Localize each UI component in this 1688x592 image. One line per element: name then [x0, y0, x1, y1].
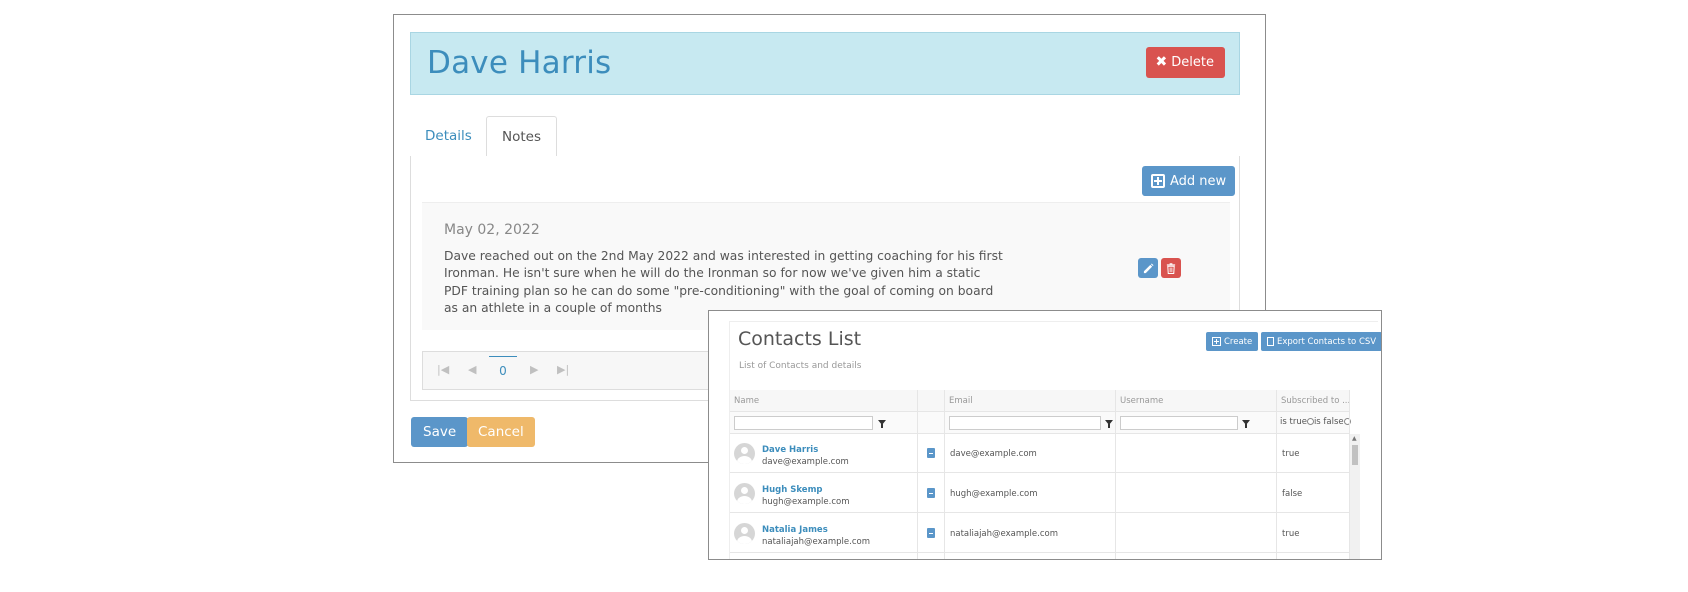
edit-note-button[interactable] — [1138, 258, 1158, 278]
plus-square-icon — [1151, 174, 1165, 188]
pencil-icon — [1143, 262, 1154, 273]
contacts-grid: Name Email Username Subscribed to ... is… — [730, 390, 1379, 559]
export-csv-button[interactable]: Export Contacts to CSV — [1261, 332, 1381, 351]
delete-button[interactable]: ✖ Delete — [1145, 47, 1225, 78]
tab-notes[interactable]: Notes — [486, 116, 557, 158]
delete-label: Delete — [1171, 55, 1214, 70]
column-divider — [1116, 390, 1277, 559]
create-button[interactable]: Create — [1206, 332, 1259, 351]
column-divider — [918, 390, 945, 559]
add-new-button[interactable]: Add new — [1142, 166, 1236, 196]
note-date: May 02, 2022 — [444, 222, 540, 238]
contacts-subtitle: List of Contacts and details — [739, 361, 862, 371]
cancel-button[interactable]: Cancel — [467, 417, 535, 447]
first-page-icon[interactable]: |◀ — [437, 363, 449, 376]
delete-note-button[interactable] — [1161, 258, 1181, 278]
scrollbar-thumb[interactable] — [1352, 445, 1358, 465]
page-title: Dave Harris — [427, 45, 612, 81]
add-new-label: Add new — [1170, 173, 1227, 189]
trash-icon — [1166, 262, 1176, 274]
contacts-list-window: Contacts List List of Contacts and detai… — [708, 310, 1382, 560]
scroll-up-icon[interactable]: ▲ — [1352, 435, 1357, 442]
vertical-scrollbar[interactable]: ▲ — [1350, 434, 1360, 559]
prev-page-icon[interactable]: ◀ — [468, 363, 476, 376]
column-divider — [945, 390, 1116, 559]
column-divider — [1277, 390, 1350, 559]
tab-details[interactable]: Details — [410, 116, 487, 157]
column-divider — [730, 390, 918, 559]
contact-header: Dave Harris ✖ Delete — [410, 32, 1240, 95]
tab-bar: Details Notes — [410, 116, 1240, 158]
create-label: Create — [1224, 336, 1253, 347]
plus-square-icon — [1212, 337, 1221, 346]
current-page[interactable]: 0 — [489, 356, 517, 378]
contacts-title: Contacts List — [738, 328, 862, 350]
close-icon: ✖ — [1155, 54, 1168, 70]
save-button[interactable]: Save — [411, 417, 469, 447]
next-page-icon[interactable]: ▶ — [530, 363, 538, 376]
export-label: Export Contacts to CSV — [1277, 336, 1377, 347]
note-text: Dave reached out on the 2nd May 2022 and… — [444, 249, 1003, 315]
last-page-icon[interactable]: ▶| — [557, 363, 569, 376]
contacts-panel: Contacts List List of Contacts and detai… — [729, 321, 1381, 559]
file-icon — [1267, 337, 1274, 346]
